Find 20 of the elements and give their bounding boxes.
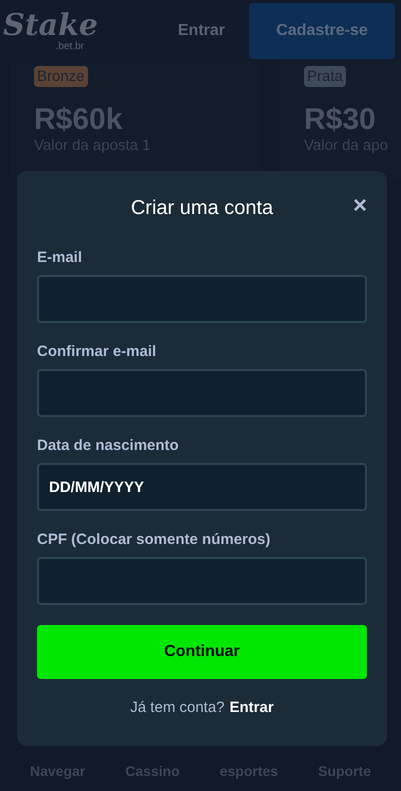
input-field[interactable]: DD/MM/YYYY xyxy=(37,463,367,511)
field-label: CPF (Colocar somente números) xyxy=(37,531,272,548)
field-label: Confirmar e-mail xyxy=(37,343,158,360)
tier-tag: Bronze xyxy=(34,66,88,87)
signup-button[interactable]: Cadastre-se xyxy=(249,3,395,59)
login-link[interactable]: Entrar xyxy=(178,22,225,40)
field-label: Data de nascimento xyxy=(37,437,180,454)
continue-button[interactable]: Continuar xyxy=(37,625,367,679)
input-field[interactable] xyxy=(37,369,367,417)
login-link[interactable]: Entrar xyxy=(230,699,274,716)
footer-text: Já tem conta? xyxy=(130,699,225,716)
input-field[interactable] xyxy=(37,275,367,323)
prize-amount: R$60k xyxy=(34,103,124,137)
close-button[interactable]: × xyxy=(352,193,367,219)
input-field[interactable] xyxy=(37,557,367,605)
logo[interactable]: Stake xyxy=(3,10,98,42)
field-label: E-mail xyxy=(37,249,84,266)
logo-domain: .bet.br xyxy=(56,42,84,52)
dialog-title: Criar uma conta xyxy=(130,196,274,221)
prize-amount: R$30 xyxy=(304,103,377,137)
